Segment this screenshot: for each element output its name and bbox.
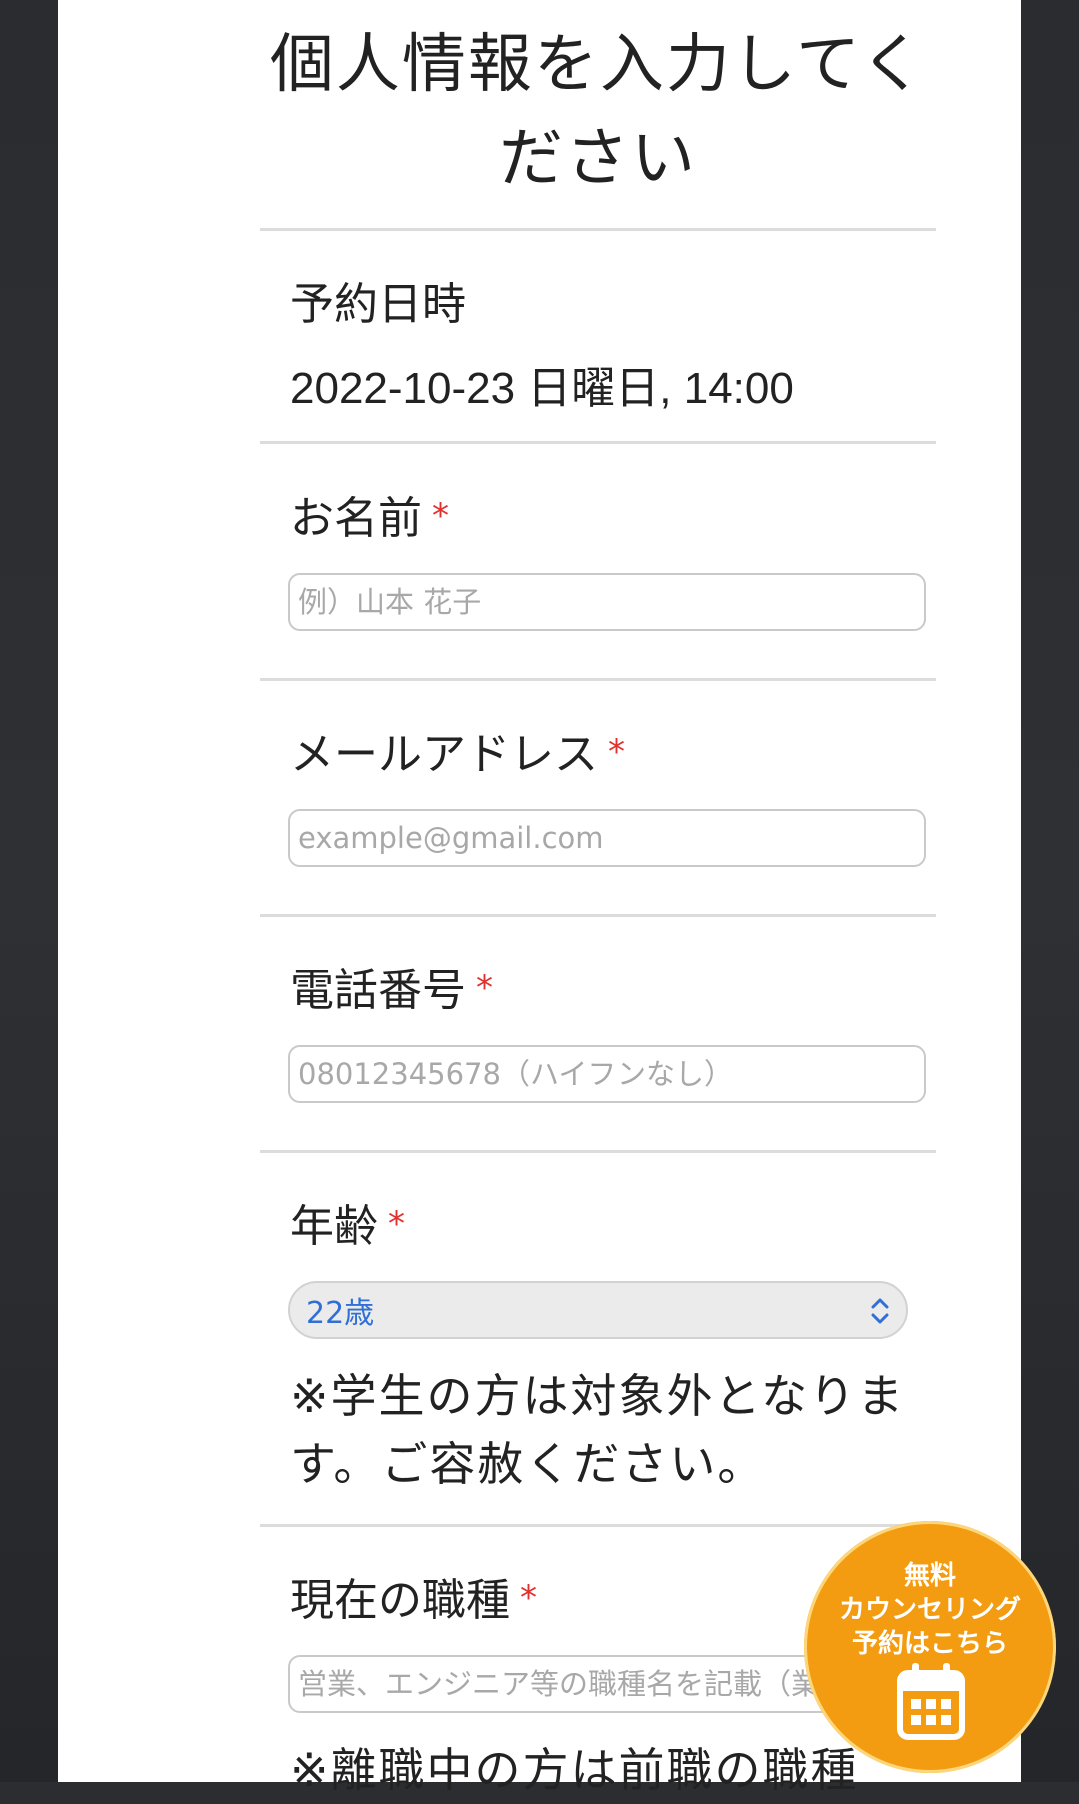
occupation-note: ※離職中の方は前職の職種 [290,1736,910,1804]
cta-line2: カウンセリング [838,1595,1021,1625]
age-select[interactable]: 22歳 [288,1281,908,1339]
cta-line1: 無料 [903,1561,956,1591]
divider [260,914,936,917]
select-chevron-icon [871,1298,889,1324]
form-panel: 個人情報を入力してく ださい 予約日時 2022-10-23 日曜日, 14:0… [58,0,1021,1797]
name-input[interactable] [288,573,926,631]
age-select-value: 22歳 [306,1296,375,1331]
age-note-line2: す。ご容赦ください。 [290,1437,766,1491]
page-title-line1: 個人情報を入力してく [269,28,927,102]
age-note: ※学生の方は対象外となりま す。ご容赦ください。 [290,1362,910,1498]
divider [260,1150,936,1153]
page-title: 個人情報を入力してく ださい [260,18,936,206]
age-label-text: 年齢 [290,1201,378,1252]
required-mark: * [520,1578,537,1618]
occupation-label-text: 現在の職種 [290,1575,510,1626]
required-mark: * [608,732,625,772]
phone-label: 電話番号 * [290,954,493,1018]
age-note-line1: ※学生の方は対象外となりま [290,1369,906,1423]
required-mark: * [432,496,449,536]
divider [260,228,936,231]
divider [260,678,936,681]
free-counseling-cta-button[interactable]: 無料 カウンセリング 予約はこちら [804,1521,1056,1773]
age-label: 年齢 * [290,1190,405,1254]
occupation-note-line1: ※離職中の方は前職の職種 [290,1743,859,1797]
reservation-label: 予約日時 [290,279,466,330]
name-label: お名前 * [290,482,449,546]
email-input[interactable] [288,809,926,867]
reservation-value: 2022-10-23 日曜日, 14:00 [290,364,794,413]
required-mark: * [388,1204,405,1244]
divider [260,1524,936,1527]
email-label-text: メールアドレス [290,729,598,780]
calendar-icon [897,1663,965,1740]
occupation-label: 現在の職種 * [290,1564,537,1628]
phone-label-text: 電話番号 [290,965,466,1016]
email-label: メールアドレス * [290,718,625,782]
name-label-text: お名前 [290,493,422,544]
phone-input[interactable] [288,1045,926,1103]
required-mark: * [476,968,493,1008]
cta-line3: 予約はこちら [851,1629,1008,1659]
page-title-line2: ださい [499,122,697,196]
divider [260,441,936,444]
